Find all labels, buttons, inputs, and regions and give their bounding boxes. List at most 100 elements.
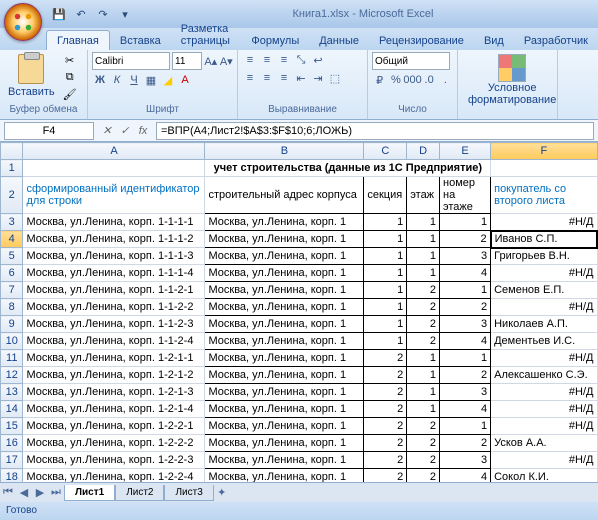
cell[interactable]: 1 — [364, 231, 407, 248]
cell[interactable]: Москва, ул.Ленина, корп. 1 — [205, 248, 364, 265]
cell[interactable]: 2 — [407, 299, 440, 316]
cell[interactable]: Григорьев В.Н. — [491, 248, 597, 265]
cell[interactable]: 4 — [440, 333, 491, 350]
fill-color-icon[interactable]: ◢ — [160, 72, 176, 88]
cell[interactable]: Сокол К.И. — [491, 469, 597, 483]
row-header[interactable]: 16 — [1, 435, 23, 452]
cell[interactable]: Москва, ул.Ленина, корп. 1 — [205, 452, 364, 469]
cell[interactable]: #Н/Д — [491, 265, 597, 282]
format-painter-icon[interactable]: 🖌 — [61, 86, 79, 102]
font-size-select[interactable] — [172, 52, 202, 70]
cell[interactable]: Усков А.А. — [491, 435, 597, 452]
cell[interactable]: Москва, ул.Ленина, корп. 1-2-2-3 — [23, 452, 205, 469]
cell[interactable]: Москва, ул.Ленина, корп. 1-2-2-4 — [23, 469, 205, 483]
number-format-select[interactable] — [372, 52, 450, 70]
row-header[interactable]: 15 — [1, 418, 23, 435]
cell[interactable]: 1 — [364, 282, 407, 299]
col-header-E[interactable]: E — [440, 143, 491, 160]
cell[interactable]: Николаев А.П. — [491, 316, 597, 333]
align-middle-icon[interactable]: ≡ — [259, 52, 275, 68]
cell[interactable]: 1 — [364, 333, 407, 350]
cell[interactable]: Москва, ул.Ленина, корп. 1-1-1-1 — [23, 214, 205, 231]
cell[interactable]: 1 — [364, 248, 407, 265]
cell[interactable] — [23, 160, 205, 177]
cell[interactable]: Москва, ул.Ленина, корп. 1-1-2-3 — [23, 316, 205, 333]
row-header[interactable]: 2 — [1, 177, 23, 214]
cell[interactable]: Иванов С.П. — [491, 231, 597, 248]
cell[interactable]: Москва, ул.Ленина, корп. 1-2-1-4 — [23, 401, 205, 418]
redo-icon[interactable]: ↷ — [94, 5, 112, 23]
row-header[interactable]: 1 — [1, 160, 23, 177]
cell[interactable]: 3 — [440, 452, 491, 469]
currency-icon[interactable]: ₽ — [372, 72, 387, 88]
row-header[interactable]: 12 — [1, 367, 23, 384]
cell[interactable]: Москва, ул.Ленина, корп. 1 — [205, 350, 364, 367]
increase-decimal-icon[interactable]: .0 — [422, 72, 437, 88]
col-header-D[interactable]: D — [407, 143, 440, 160]
cell[interactable]: 2 — [407, 316, 440, 333]
header-cell[interactable]: секция — [364, 177, 407, 214]
cell[interactable]: 1 — [440, 418, 491, 435]
name-box[interactable]: F4 — [4, 122, 94, 140]
decrease-indent-icon[interactable]: ⇤ — [293, 70, 309, 86]
sheet-nav-last-icon[interactable]: ⏭ — [48, 485, 64, 501]
underline-icon[interactable]: Ч — [126, 72, 142, 88]
cell[interactable]: #Н/Д — [491, 418, 597, 435]
align-bottom-icon[interactable]: ≡ — [276, 52, 292, 68]
row-header[interactable]: 5 — [1, 248, 23, 265]
row-header[interactable]: 7 — [1, 282, 23, 299]
tab-home[interactable]: Главная — [46, 30, 110, 50]
col-header-A[interactable]: A — [23, 143, 205, 160]
sheet-tab-1[interactable]: Лист1 — [64, 485, 115, 501]
align-center-icon[interactable]: ≡ — [259, 70, 275, 86]
cell[interactable]: Москва, ул.Ленина, корп. 1 — [205, 367, 364, 384]
cell[interactable]: 2 — [407, 418, 440, 435]
cell[interactable]: 1 — [407, 248, 440, 265]
row-header[interactable]: 18 — [1, 469, 23, 483]
cell[interactable]: Москва, ул.Ленина, корп. 1-2-1-3 — [23, 384, 205, 401]
tab-view[interactable]: Вид — [474, 31, 514, 50]
cell[interactable]: 2 — [364, 350, 407, 367]
cell[interactable]: Москва, ул.Ленина, корп. 1 — [205, 469, 364, 483]
enter-icon[interactable]: ✓ — [116, 122, 134, 140]
header-cell[interactable]: номер на этаже — [440, 177, 491, 214]
sheet-tab-3[interactable]: Лист3 — [164, 485, 213, 501]
row-header[interactable]: 3 — [1, 214, 23, 231]
cell[interactable]: Москва, ул.Ленина, корп. 1 — [205, 384, 364, 401]
cell[interactable]: 1 — [407, 350, 440, 367]
cell[interactable]: 3 — [440, 384, 491, 401]
cell[interactable]: Москва, ул.Ленина, корп. 1 — [205, 435, 364, 452]
cell[interactable]: Алексашенко С.Э. — [491, 367, 597, 384]
cell[interactable]: #Н/Д — [491, 384, 597, 401]
cell[interactable]: Москва, ул.Ленина, корп. 1 — [205, 401, 364, 418]
cell[interactable]: Москва, ул.Ленина, корп. 1-2-1-2 — [23, 367, 205, 384]
row-header[interactable]: 13 — [1, 384, 23, 401]
cell[interactable]: 1 — [407, 367, 440, 384]
col-header-F[interactable]: F — [491, 143, 597, 160]
cell[interactable]: #Н/Д — [491, 214, 597, 231]
row-header[interactable]: 4 — [1, 231, 23, 248]
undo-icon[interactable]: ↶ — [72, 5, 90, 23]
cell[interactable]: Москва, ул.Ленина, корп. 1 — [205, 282, 364, 299]
cell[interactable]: 2 — [440, 231, 491, 248]
cell[interactable]: 2 — [407, 282, 440, 299]
bold-icon[interactable]: Ж — [92, 72, 108, 88]
select-all-corner[interactable] — [1, 143, 23, 160]
col-header-B[interactable]: B — [205, 143, 364, 160]
cell[interactable]: 1 — [440, 350, 491, 367]
row-header[interactable]: 9 — [1, 316, 23, 333]
cell[interactable]: 2 — [364, 418, 407, 435]
cell[interactable]: 4 — [440, 265, 491, 282]
italic-icon[interactable]: К — [109, 72, 125, 88]
cell[interactable]: Москва, ул.Ленина, корп. 1 — [205, 265, 364, 282]
sheet-tab-2[interactable]: Лист2 — [115, 485, 164, 501]
tab-data[interactable]: Данные — [309, 31, 369, 50]
cell[interactable]: 2 — [407, 333, 440, 350]
cell[interactable]: 4 — [440, 469, 491, 483]
fx-icon[interactable]: fx — [134, 122, 152, 140]
cell[interactable]: 2 — [364, 469, 407, 483]
header-cell[interactable]: покупатель со второго листа — [491, 177, 597, 214]
sheet-nav-prev-icon[interactable]: ◀ — [16, 485, 32, 501]
decrease-font-icon[interactable]: A▾ — [220, 53, 234, 69]
cell[interactable]: Москва, ул.Ленина, корп. 1 — [205, 333, 364, 350]
